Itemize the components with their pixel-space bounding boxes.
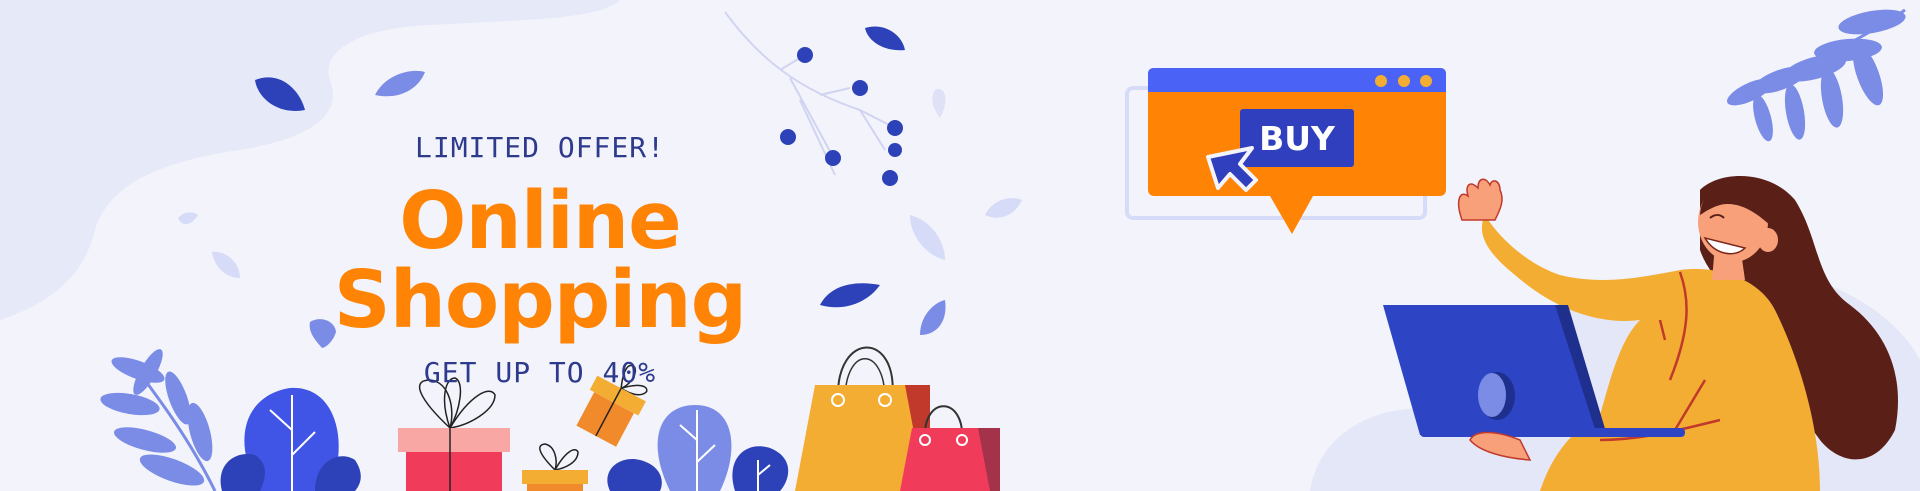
page-title: Online Shopping — [333, 175, 747, 346]
buy-label: BUY — [1259, 119, 1336, 158]
raised-hand — [1457, 178, 1503, 221]
leaf-icon — [910, 215, 945, 260]
headline-group: LIMITED OFFER! Online Shopping GET UP TO… — [200, 128, 880, 389]
buy-button[interactable]: BUY — [1240, 109, 1354, 167]
ear — [1758, 228, 1778, 252]
bush-left — [220, 387, 361, 491]
leaf-icon — [865, 26, 905, 51]
leaf-icon — [375, 70, 425, 97]
window-dots-icon — [1375, 75, 1432, 87]
leaf-icon — [932, 89, 946, 118]
promo-banner: BUY LIMITED OFFER! Online Shopping GET U… — [0, 0, 1920, 491]
bush-center — [607, 405, 789, 491]
gift-box-icon — [398, 377, 510, 491]
leaf-icon — [178, 212, 198, 225]
leaf-icon — [985, 198, 1022, 218]
discount-subline: GET UP TO 40% — [423, 356, 657, 389]
speech-tail — [1270, 196, 1313, 234]
leaf-icon — [920, 300, 946, 335]
gift-box-icon — [522, 443, 588, 491]
offer-eyebrow: LIMITED OFFER! — [414, 131, 665, 164]
branch-top-right — [1727, 8, 1906, 142]
